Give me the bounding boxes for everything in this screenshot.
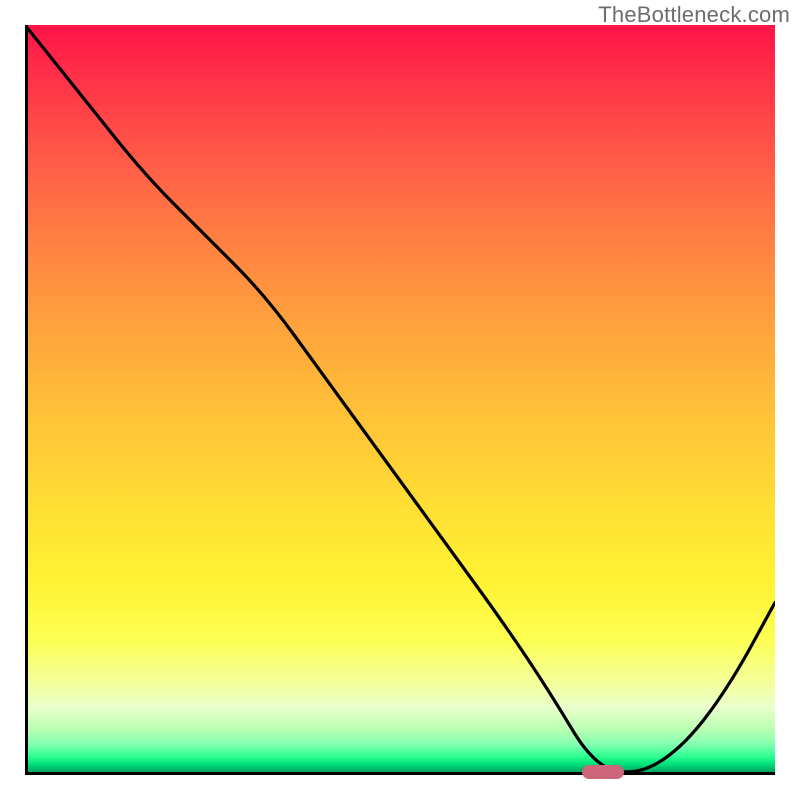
bottleneck-curve [25, 25, 775, 772]
curve-layer [25, 25, 775, 775]
watermark-text: TheBottleneck.com [598, 2, 790, 28]
optimum-marker [582, 765, 624, 779]
chart-container: TheBottleneck.com [0, 0, 800, 800]
